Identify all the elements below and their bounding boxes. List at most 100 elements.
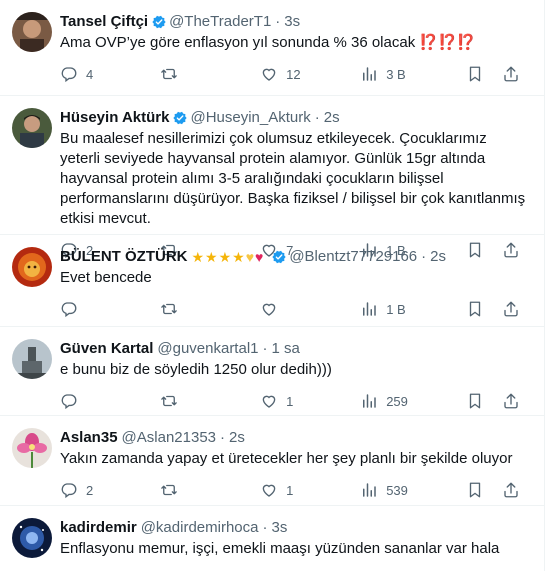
- bookmark-icon[interactable]: [466, 392, 484, 410]
- reply-icon: [60, 392, 78, 410]
- yellow-heart-emoji: ♥: [245, 249, 256, 265]
- like-count: 12: [286, 66, 301, 82]
- author-handle[interactable]: @Blentzt77729166: [289, 247, 417, 267]
- reply-count: 2: [86, 482, 94, 498]
- avatar[interactable]: [12, 247, 52, 287]
- timestamp[interactable]: 2s: [324, 108, 340, 128]
- tweet-content: Hüseyin Aktürk @Huseyin_Akturk · 2s Bu m…: [60, 108, 528, 234]
- action-bar: 2 1 539: [60, 471, 528, 509]
- reply-button[interactable]: [60, 392, 160, 410]
- tweet[interactable]: Hüseyin Aktürk @Huseyin_Akturk · 2s Bu m…: [0, 96, 544, 235]
- views-button[interactable]: 259: [360, 392, 466, 410]
- timestamp[interactable]: 2s: [229, 428, 245, 448]
- views-button[interactable]: 539: [360, 481, 466, 499]
- tweet-content: BÜLENT ÖZTÜRK ★★★★♥♥ @Blentzt77729166 · …: [60, 247, 528, 326]
- share-icon[interactable]: [502, 300, 520, 318]
- timestamp[interactable]: 2s: [430, 247, 446, 267]
- tweet-content: Güven Kartal @guvenkartal1 · 1 sa e bunu…: [60, 339, 528, 415]
- tweet-header: kadirdemir @kadirdemirhoca · 3s: [60, 518, 528, 538]
- interrobang-emoji: ⁉️⁉️⁉️: [419, 34, 476, 51]
- separator: ·: [262, 519, 268, 536]
- author-name[interactable]: Güven Kartal: [60, 339, 153, 359]
- right-actions: [466, 300, 520, 318]
- share-icon[interactable]: [502, 392, 520, 410]
- reply-feed: Tansel Çiftçi @TheTraderT1 · 3s Ama OVP’…: [0, 0, 545, 571]
- separator: ·: [220, 429, 226, 446]
- avatar[interactable]: [12, 108, 52, 148]
- right-actions: [466, 481, 520, 499]
- author-name[interactable]: Aslan35: [60, 428, 118, 448]
- tweet[interactable]: BÜLENT ÖZTÜRK ★★★★♥♥ @Blentzt77729166 · …: [0, 235, 544, 327]
- reply-count: 4: [86, 66, 94, 82]
- bookmark-icon[interactable]: [466, 65, 484, 83]
- retweet-button[interactable]: [160, 65, 260, 83]
- like-button[interactable]: 1: [260, 481, 360, 499]
- tweet-header: Tansel Çiftçi @TheTraderT1 · 3s: [60, 12, 528, 32]
- author-handle[interactable]: @kadirdemirhoca: [141, 518, 259, 538]
- tweet[interactable]: Güven Kartal @guvenkartal1 · 1 sa e bunu…: [0, 327, 544, 416]
- like-button[interactable]: 1: [260, 392, 360, 410]
- tweet-text: Enflasyonu memur, işçi, emekli maaşı yüz…: [60, 540, 500, 557]
- like-button[interactable]: 12: [260, 65, 360, 83]
- avatar[interactable]: [12, 12, 52, 52]
- avatar[interactable]: [12, 428, 52, 468]
- heart-icon: [260, 392, 278, 410]
- tweet-content: kadirdemir @kadirdemirhoca · 3s Enflasyo…: [60, 518, 528, 571]
- tweet[interactable]: kadirdemir @kadirdemirhoca · 3s Enflasyo…: [0, 506, 544, 571]
- share-icon[interactable]: [502, 65, 520, 83]
- bookmark-icon[interactable]: [466, 300, 484, 318]
- like-count: 1: [286, 393, 294, 409]
- author-name[interactable]: kadirdemir: [60, 518, 137, 538]
- timestamp[interactable]: 1 sa: [272, 339, 300, 359]
- tweet-text: Bu maalesef nesillerimizi çok olumsuz et…: [60, 130, 526, 227]
- avatar[interactable]: [12, 518, 52, 558]
- tweet-text-main: Ama OVP’ye göre enflasyon yıl sonunda % …: [60, 34, 420, 51]
- timestamp[interactable]: 3s: [271, 518, 287, 538]
- author-handle[interactable]: @guvenkartal1: [157, 339, 258, 359]
- retweet-button[interactable]: [160, 300, 260, 318]
- retweet-button[interactable]: [160, 481, 260, 499]
- separator: ·: [314, 109, 320, 126]
- views-icon: [360, 65, 378, 83]
- separator: ·: [262, 340, 268, 357]
- tweet-text: Ama OVP’ye göre enflasyon yıl sonunda % …: [60, 33, 528, 53]
- retweet-button[interactable]: [160, 392, 260, 410]
- avatar[interactable]: [12, 339, 52, 379]
- right-actions: [466, 65, 520, 83]
- tweet-text: Yakın zamanda yapay et üretecekler her ş…: [60, 450, 513, 467]
- tweet-header: BÜLENT ÖZTÜRK ★★★★♥♥ @Blentzt77729166 · …: [60, 247, 528, 267]
- author-name[interactable]: BÜLENT ÖZTÜRK: [60, 247, 188, 267]
- retweet-icon: [160, 300, 178, 318]
- like-button[interactable]: [260, 300, 360, 318]
- action-bar: 1 259: [60, 382, 528, 420]
- views-button[interactable]: 3 B: [360, 65, 466, 83]
- heart-icon: [260, 65, 278, 83]
- action-bar: 4 12 3 B: [60, 55, 528, 93]
- reply-icon: [60, 65, 78, 83]
- author-name[interactable]: Hüseyin Aktürk: [60, 108, 169, 128]
- heart-icon: [260, 481, 278, 499]
- view-count: 1 B: [386, 301, 406, 317]
- red-heart-emoji: ♥: [255, 249, 265, 265]
- author-handle[interactable]: @TheTraderT1: [169, 12, 271, 32]
- author-handle[interactable]: @Huseyin_Akturk: [190, 108, 310, 128]
- reply-button[interactable]: 2: [60, 481, 160, 499]
- share-icon[interactable]: [502, 481, 520, 499]
- reply-icon: [60, 481, 78, 499]
- heart-icon: [260, 300, 278, 318]
- author-name[interactable]: Tansel Çiftçi: [60, 12, 148, 32]
- author-handle[interactable]: @Aslan21353: [122, 428, 216, 448]
- tweet-header: Aslan35 @Aslan21353 · 2s: [60, 428, 528, 448]
- reply-button[interactable]: 4: [60, 65, 160, 83]
- timestamp[interactable]: 3s: [284, 12, 300, 32]
- views-icon: [360, 300, 378, 318]
- star-emojis: ★★★★: [191, 249, 246, 265]
- tweet[interactable]: Aslan35 @Aslan21353 · 2s Yakın zamanda y…: [0, 416, 544, 506]
- views-button[interactable]: 1 B: [360, 300, 466, 318]
- bookmark-icon[interactable]: [466, 481, 484, 499]
- tweet-header: Hüseyin Aktürk @Huseyin_Akturk · 2s: [60, 108, 528, 128]
- reply-button[interactable]: [60, 300, 160, 318]
- verified-badge-icon: [172, 110, 188, 126]
- tweet[interactable]: Tansel Çiftçi @TheTraderT1 · 3s Ama OVP’…: [0, 0, 544, 96]
- right-actions: [466, 392, 520, 410]
